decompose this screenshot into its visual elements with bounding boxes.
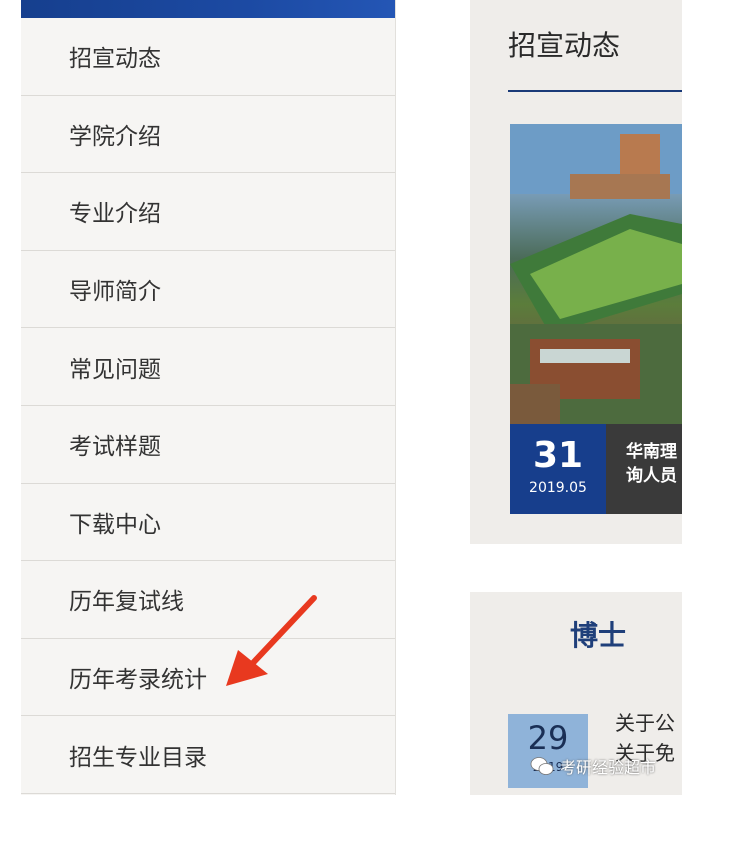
phd-day: 29 xyxy=(527,719,569,757)
news-year-month: 2019.05 xyxy=(529,480,587,496)
news-headline[interactable]: 华南理 询人员 xyxy=(606,424,682,514)
sidebar-item-college-intro[interactable]: 学院介绍 xyxy=(21,96,395,174)
sidebar-item-major-intro[interactable]: 专业介绍 xyxy=(21,173,395,251)
news-date-badge: 31 2019.05 xyxy=(510,424,606,514)
campus-photo[interactable] xyxy=(510,124,682,424)
news-headline-line2: 询人员 xyxy=(626,466,677,486)
watermark: 考研经验超市 xyxy=(530,754,656,778)
sidebar-item-retest-scores[interactable]: 历年复试线 xyxy=(21,561,395,639)
campus-illustration xyxy=(510,124,682,424)
phd-headline-line1: 关于公 xyxy=(615,711,675,735)
red-arrow-annotation xyxy=(226,595,317,686)
sidebar-menu: 招宣动态 学院介绍 专业介绍 导师简介 常见问题 考试样题 下载中心 历年复试线… xyxy=(21,18,395,794)
news-day: 31 xyxy=(532,435,584,476)
sidebar-header-bar xyxy=(21,0,395,18)
news-panel: 招宣动态 31 2019.05 华南理 询人员 xyxy=(470,0,682,544)
phd-section-title[interactable]: 博士 xyxy=(570,614,626,654)
sidebar-item-downloads[interactable]: 下载中心 xyxy=(21,484,395,562)
title-underline xyxy=(508,90,682,92)
news-section-title: 招宣动态 xyxy=(508,29,621,62)
sidebar-item-program-catalog[interactable]: 招生专业目录 xyxy=(21,716,395,794)
watermark-text: 考研经验超市 xyxy=(560,758,657,777)
news-headline-line1: 华南理 xyxy=(626,442,677,462)
sidebar-item-faq[interactable]: 常见问题 xyxy=(21,328,395,406)
sidebar: 招宣动态 学院介绍 专业介绍 导师简介 常见问题 考试样题 下载中心 历年复试线… xyxy=(21,0,396,795)
wechat-icon xyxy=(530,757,554,775)
sidebar-item-supervisors[interactable]: 导师简介 xyxy=(21,251,395,329)
sidebar-item-sample-exams[interactable]: 考试样题 xyxy=(21,406,395,484)
sidebar-item-recruitment-news[interactable]: 招宣动态 xyxy=(21,18,395,96)
sidebar-item-admission-stats[interactable]: 历年考录统计 xyxy=(21,639,395,717)
